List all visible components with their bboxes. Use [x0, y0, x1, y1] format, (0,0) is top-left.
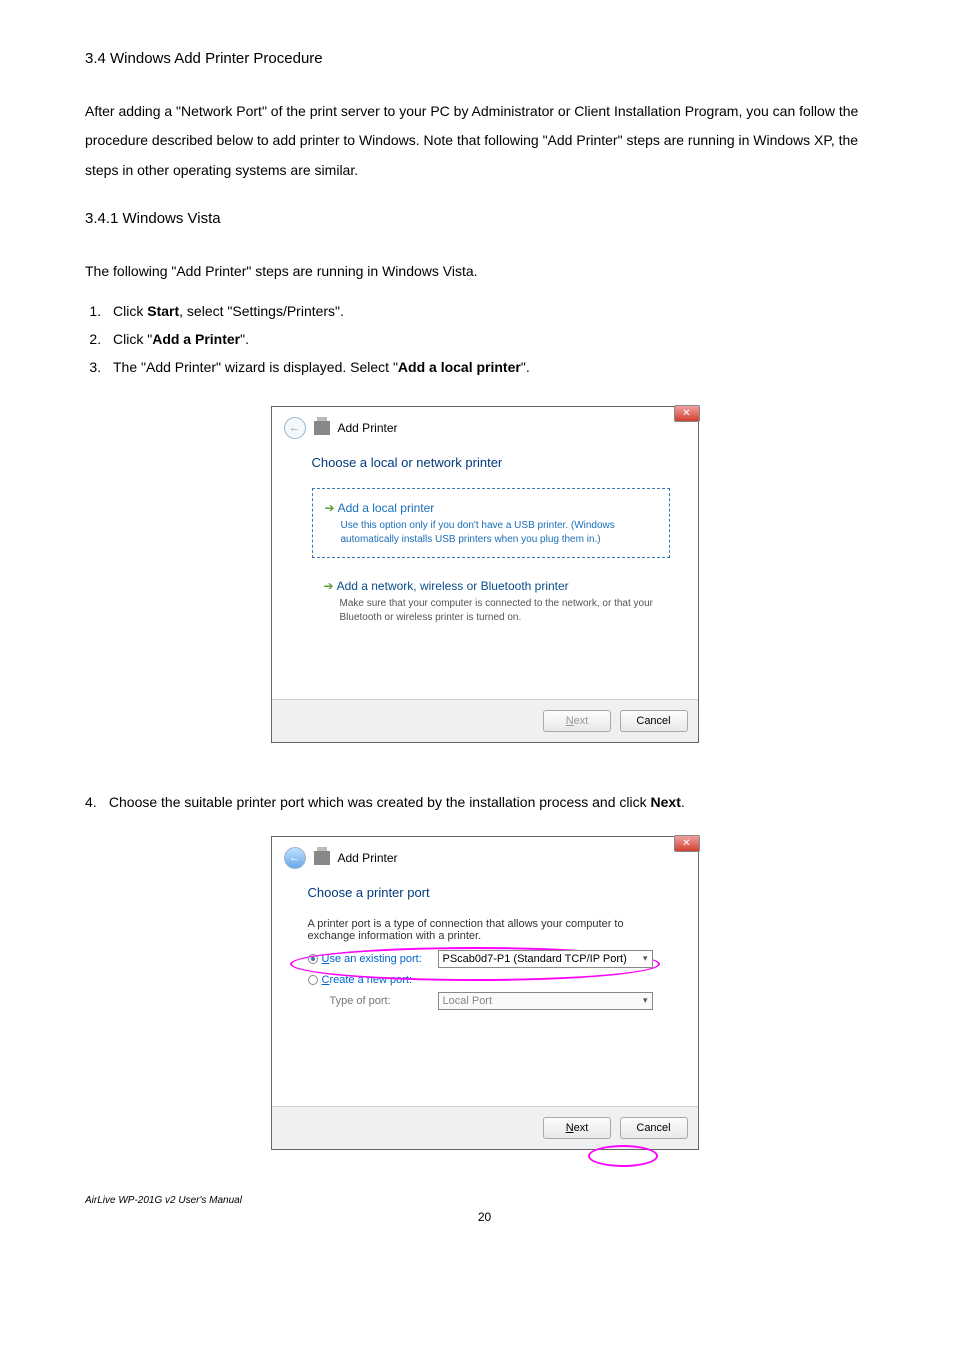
- dialog-footer: Next Cancel: [272, 1106, 698, 1149]
- footer-manual-title: AirLive WP-201G v2 User's Manual: [85, 1195, 884, 1206]
- close-icon[interactable]: ✕: [674, 835, 700, 852]
- close-icon[interactable]: ✕: [674, 405, 700, 422]
- intro-paragraph: After adding a "Network Port" of the pri…: [85, 97, 884, 185]
- dialog-titlebar: ← Add Printer: [272, 407, 698, 447]
- step-list: Click Start, select "Settings/Printers".…: [85, 297, 884, 381]
- dialog-subtitle: Choose a local or network printer: [312, 455, 670, 470]
- heading-3-4: 3.4 Windows Add Printer Procedure: [85, 50, 884, 67]
- add-printer-dialog-2: ✕ ← Add Printer Choose a printer port A …: [271, 836, 699, 1150]
- cancel-button[interactable]: Cancel: [620, 1117, 688, 1139]
- vista-intro: The following "Add Printer" steps are ru…: [85, 257, 884, 286]
- radio-icon[interactable]: [308, 975, 318, 985]
- printer-icon: [314, 851, 330, 865]
- radio-icon[interactable]: [308, 954, 318, 964]
- page-number: 20: [85, 1210, 884, 1224]
- dialog-title: Add Printer: [338, 851, 398, 865]
- step-4: 4. Choose the suitable printer port whic…: [85, 788, 884, 816]
- heading-3-4-1: 3.4.1 Windows Vista: [85, 210, 884, 227]
- type-of-port-row: Type of port: Local Port: [330, 992, 670, 1010]
- arrow-icon: ➔: [325, 501, 335, 515]
- printer-icon: [314, 421, 330, 435]
- option-add-local[interactable]: ➔Add a local printer Use this option onl…: [312, 488, 670, 558]
- step-1: Click Start, select "Settings/Printers".: [105, 297, 884, 325]
- dialog-footer: Next Cancel: [272, 699, 698, 742]
- add-printer-dialog-1: ✕ ← Add Printer Choose a local or networ…: [271, 406, 699, 743]
- use-existing-port-row[interactable]: Use an existing port: PScab0d7-P1 (Stand…: [308, 950, 670, 968]
- create-new-port-row[interactable]: Create a new port:: [308, 974, 670, 986]
- arrow-icon: ➔: [324, 579, 334, 593]
- existing-port-select[interactable]: PScab0d7-P1 (Standard TCP/IP Port): [438, 950, 653, 968]
- step-2: Click "Add a Printer".: [105, 325, 884, 353]
- type-of-port-select: Local Port: [438, 992, 653, 1010]
- dialog-subtitle: Choose a printer port: [308, 885, 670, 900]
- next-button[interactable]: Next: [543, 1117, 611, 1139]
- port-description: A printer port is a type of connection t…: [308, 918, 670, 942]
- dialog-title: Add Printer: [338, 421, 398, 435]
- step-3: The "Add Printer" wizard is displayed. S…: [105, 353, 884, 381]
- next-button[interactable]: Next: [543, 710, 611, 732]
- option-add-network[interactable]: ➔Add a network, wireless or Bluetooth pr…: [312, 572, 670, 635]
- cancel-button[interactable]: Cancel: [620, 710, 688, 732]
- back-icon[interactable]: ←: [284, 847, 306, 869]
- back-icon[interactable]: ←: [284, 417, 306, 439]
- dialog-titlebar: ← Add Printer: [272, 837, 698, 877]
